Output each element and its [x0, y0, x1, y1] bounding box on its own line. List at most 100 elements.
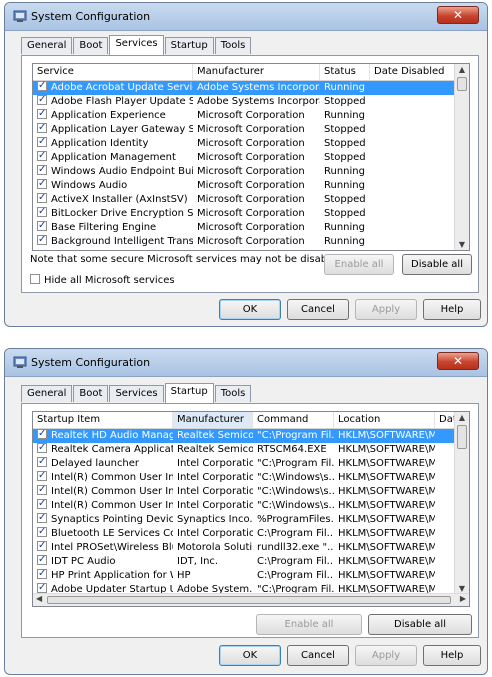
close-button[interactable]: ✕ [437, 6, 479, 24]
startup-checkbox[interactable] [37, 513, 47, 525]
scroll-up-arrow-icon[interactable]: ▲ [455, 65, 469, 74]
ok-button[interactable]: OK [219, 645, 281, 666]
startup-checkbox[interactable] [37, 569, 47, 581]
manufacturer-cell: Intel Corporation [177, 472, 253, 483]
hscroll-thumb[interactable] [47, 596, 451, 604]
service-name: Windows Audio Endpoint Builder [51, 166, 193, 177]
service-checkbox[interactable] [37, 123, 47, 135]
apply-button[interactable]: Apply [355, 645, 417, 666]
ok-button[interactable]: OK [219, 299, 281, 320]
tab-services[interactable]: Services [109, 35, 164, 55]
service-row[interactable]: Application Identity Microsoft Corporatio… [33, 137, 469, 151]
column-location[interactable]: Location [334, 412, 435, 428]
manufacturer-cell: Intel Corporation [177, 458, 253, 469]
horizontal-scrollbar[interactable]: ◀ ▶ [33, 593, 469, 606]
tab-boot[interactable]: Boot [73, 37, 109, 54]
service-row[interactable]: Windows Audio Endpoint Builder Microsoft … [33, 165, 469, 179]
startup-row[interactable]: Intel PROSet\Wireless Bluet... Motorola S… [33, 541, 469, 555]
scroll-left-arrow-icon[interactable]: ◀ [36, 594, 42, 603]
services-list-header: Service Manufacturer Status Date Disable… [33, 64, 469, 81]
service-row[interactable]: Windows Audio Microsoft Corporation Runnin… [33, 179, 469, 193]
service-row[interactable]: Adobe Flash Player Update Service Adobe S… [33, 95, 469, 109]
service-row[interactable]: ActiveX Installer (AxInstSV) Microsoft Co… [33, 193, 469, 207]
cancel-button[interactable]: Cancel [287, 299, 349, 320]
service-row[interactable]: Application Experience Microsoft Corporat… [33, 109, 469, 123]
service-row[interactable]: Background Intelligent Transfer ... Micro… [33, 235, 469, 249]
startup-checkbox[interactable] [37, 457, 47, 469]
startup-checkbox[interactable] [37, 555, 47, 567]
close-button[interactable]: ✕ [437, 352, 479, 370]
startup-row[interactable]: HP Print Application for Win... HP C:\Prog… [33, 569, 469, 583]
scroll-down-arrow-icon[interactable]: ▼ [455, 584, 469, 593]
column-manufacturer[interactable]: Manufacturer [193, 64, 320, 80]
startup-row[interactable]: Synaptics Pointing Device D... Synaptics … [33, 513, 469, 527]
service-row[interactable]: Application Layer Gateway Service Microso… [33, 123, 469, 137]
tab-startup[interactable]: Startup [164, 383, 214, 403]
startup-checkbox[interactable] [37, 443, 47, 455]
tab-boot[interactable]: Boot [73, 385, 109, 402]
service-checkbox[interactable] [37, 95, 47, 107]
vertical-scrollbar[interactable]: ▲ ▼ [454, 412, 469, 594]
service-checkbox[interactable] [37, 193, 47, 205]
service-checkbox[interactable] [37, 81, 47, 93]
column-manufacturer[interactable]: Manufacturer [173, 412, 253, 428]
hide-microsoft-services-checkbox[interactable]: Hide all Microsoft services [30, 274, 175, 286]
column-command[interactable]: Command [253, 412, 334, 428]
service-checkbox[interactable] [37, 235, 47, 247]
vertical-scrollbar[interactable]: ▲ ▼ [454, 64, 469, 250]
startup-checkbox[interactable] [37, 541, 47, 553]
tab-tools[interactable]: Tools [214, 37, 252, 54]
tab-general[interactable]: General [21, 385, 73, 402]
apply-button[interactable]: Apply [355, 299, 417, 320]
status-cell: Stopped [324, 152, 366, 163]
startup-row[interactable]: Realtek HD Audio Manager Realtek Semico..… [33, 429, 469, 443]
help-button[interactable]: Help [423, 299, 481, 320]
startup-row[interactable]: Bluetooth LE Services Contr... Intel Corp… [33, 527, 469, 541]
service-checkbox[interactable] [37, 207, 47, 219]
startup-row[interactable]: Intel(R) Common User Inter... Intel Corpo… [33, 471, 469, 485]
startup-row[interactable]: Delayed launcher Intel Corporation "C:\Pro… [33, 457, 469, 471]
service-name: BitLocker Drive Encryption Service [51, 208, 193, 219]
startup-checkbox[interactable] [37, 527, 47, 539]
scroll-down-arrow-icon[interactable]: ▼ [455, 240, 469, 249]
startup-checkbox[interactable] [37, 429, 47, 441]
startup-checkbox[interactable] [37, 471, 47, 483]
cancel-button[interactable]: Cancel [287, 645, 349, 666]
column-date-disabled[interactable]: Date Disabled [370, 64, 456, 80]
startup-row[interactable]: IDT PC Audio IDT, Inc. C:\Program Fil... HK… [33, 555, 469, 569]
column-service[interactable]: Service [33, 64, 193, 80]
startup-checkbox[interactable] [37, 485, 47, 497]
enable-all-button[interactable]: Enable all [324, 254, 394, 275]
startup-row[interactable]: Realtek Camera Application Realtek Semico… [33, 443, 469, 457]
hide-ms-checkbox-box[interactable] [30, 274, 40, 284]
startup-checkbox[interactable] [37, 583, 47, 595]
tab-general[interactable]: General [21, 37, 73, 54]
service-checkbox[interactable] [37, 137, 47, 149]
startup-row[interactable]: Intel(R) Common User Inter... Intel Corpo… [33, 499, 469, 513]
tab-startup[interactable]: Startup [164, 37, 214, 54]
service-checkbox[interactable] [37, 165, 47, 177]
window-title: System Configuration [31, 356, 151, 369]
disable-all-button[interactable]: Disable all [402, 254, 472, 275]
scrollbar-thumb[interactable] [457, 77, 467, 91]
service-row[interactable]: Base Filtering Engine Microsoft Corporati… [33, 221, 469, 235]
column-startup-item[interactable]: Startup Item [33, 412, 173, 428]
service-checkbox[interactable] [37, 221, 47, 233]
service-checkbox[interactable] [37, 151, 47, 163]
enable-all-button[interactable]: Enable all [256, 614, 362, 635]
column-status[interactable]: Status [320, 64, 370, 80]
service-checkbox[interactable] [37, 109, 47, 121]
service-row[interactable]: Application Management Microsoft Corporat… [33, 151, 469, 165]
tab-services[interactable]: Services [109, 385, 164, 402]
service-row[interactable]: BitLocker Drive Encryption Service Micros… [33, 207, 469, 221]
tab-tools[interactable]: Tools [214, 385, 252, 402]
scroll-up-arrow-icon[interactable]: ▲ [455, 413, 469, 422]
scroll-right-arrow-icon[interactable]: ▶ [460, 594, 466, 603]
service-checkbox[interactable] [37, 179, 47, 191]
scrollbar-thumb[interactable] [457, 425, 467, 449]
startup-row[interactable]: Intel(R) Common User Inter... Intel Corpo… [33, 485, 469, 499]
startup-checkbox[interactable] [37, 499, 47, 511]
service-row[interactable]: Adobe Acrobat Update Service Adobe System… [33, 81, 469, 95]
disable-all-button[interactable]: Disable all [368, 614, 472, 635]
help-button[interactable]: Help [423, 645, 481, 666]
